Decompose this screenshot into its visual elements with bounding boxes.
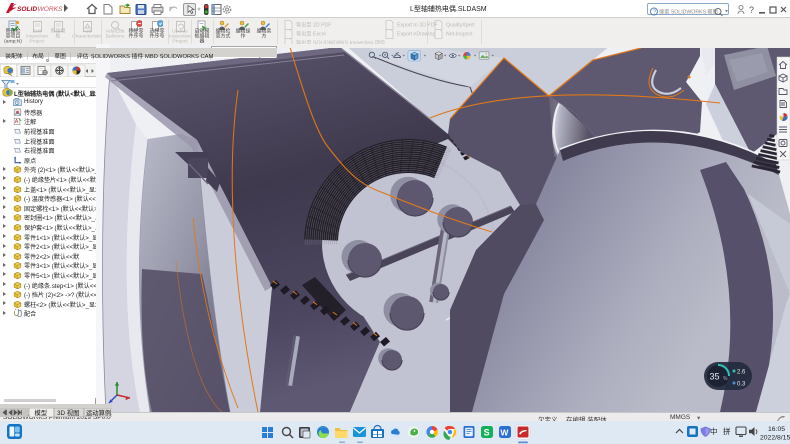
svg-text:SOLIDWORKS CAM: SOLIDWORKS CAM xyxy=(160,54,214,60)
svg-text:编辑检: 编辑检 xyxy=(216,28,231,35)
svg-text:A: A xyxy=(15,120,19,126)
svg-text:新建检: 新建检 xyxy=(6,28,21,35)
svg-text:编辑操: 编辑操 xyxy=(236,28,251,35)
svg-text:%: % xyxy=(723,376,728,382)
svg-text:MBD: MBD xyxy=(145,54,158,60)
svg-text:Export eDrawing: Export eDrawing xyxy=(397,32,435,38)
svg-text:Net-Inspect: Net-Inspect xyxy=(446,32,473,38)
svg-text:板编辑: 板编辑 xyxy=(195,33,210,40)
svg-text:装配体: 装配体 xyxy=(5,52,23,60)
svg-text:Characteristic: Characteristic xyxy=(72,34,102,40)
svg-text:?: ? xyxy=(749,5,754,15)
svg-text:W: W xyxy=(500,427,509,437)
svg-text:SOLID: SOLID xyxy=(17,6,37,13)
svg-text:启动模: 启动模 xyxy=(195,28,210,35)
svg-text:3D 视图: 3D 视图 xyxy=(57,408,79,417)
svg-text:WORKS: WORKS xyxy=(38,6,64,13)
svg-text:中: 中 xyxy=(710,426,718,436)
svg-text:(amp;N): (amp;N) xyxy=(4,39,22,45)
svg-text:搜索 SOLIDWORKS 帮助: 搜索 SOLIDWORKS 帮助 xyxy=(659,7,718,15)
svg-text:Project: Project xyxy=(29,39,45,45)
svg-text:查方式: 查方式 xyxy=(216,33,231,40)
svg-text:S: S xyxy=(484,428,490,438)
svg-text:2.6: 2.6 xyxy=(737,370,746,376)
svg-text:移除零: 移除零 xyxy=(129,28,144,35)
svg-text:运动算例1: 运动算例1 xyxy=(86,408,112,417)
svg-text:选择零: 选择零 xyxy=(150,28,165,35)
svg-text:35: 35 xyxy=(710,372,720,382)
svg-text:16:05: 16:05 xyxy=(768,426,785,433)
svg-text:查项目: 查项目 xyxy=(6,33,21,40)
svg-text:Export to 3D PDF: Export to 3D PDF xyxy=(397,23,438,29)
svg-text:编辑卖: 编辑卖 xyxy=(257,28,272,35)
svg-text:2022/8/15: 2022/8/15 xyxy=(760,435,790,442)
svg-text:SOLIDWORKS 插件: SOLIDWORKS 插件 xyxy=(91,52,144,60)
svg-text:件序号: 件序号 xyxy=(129,33,144,40)
svg-text:0.3: 0.3 xyxy=(737,382,746,388)
svg-text:布局: 布局 xyxy=(32,52,44,60)
svg-text:草图: 草图 xyxy=(54,52,66,60)
svg-text:评估: 评估 xyxy=(77,52,89,60)
svg-text:件序号: 件序号 xyxy=(150,33,165,40)
svg-text:导出至 Excel: 导出至 Excel xyxy=(296,30,326,38)
svg-text:方: 方 xyxy=(262,33,267,40)
svg-text:板: 板 xyxy=(56,33,61,40)
svg-text:QualityXpert: QualityXpert xyxy=(446,23,475,29)
svg-text:拼: 拼 xyxy=(723,426,731,436)
svg-text:模型: 模型 xyxy=(35,408,48,417)
svg-text:导出至 2D PDF: 导出至 2D PDF xyxy=(296,21,331,29)
svg-text:?: ? xyxy=(653,9,656,15)
svg-text:Balloons: Balloons xyxy=(106,34,125,40)
svg-text:新建模: 新建模 xyxy=(51,28,66,35)
svg-text:作: 作 xyxy=(241,33,246,40)
